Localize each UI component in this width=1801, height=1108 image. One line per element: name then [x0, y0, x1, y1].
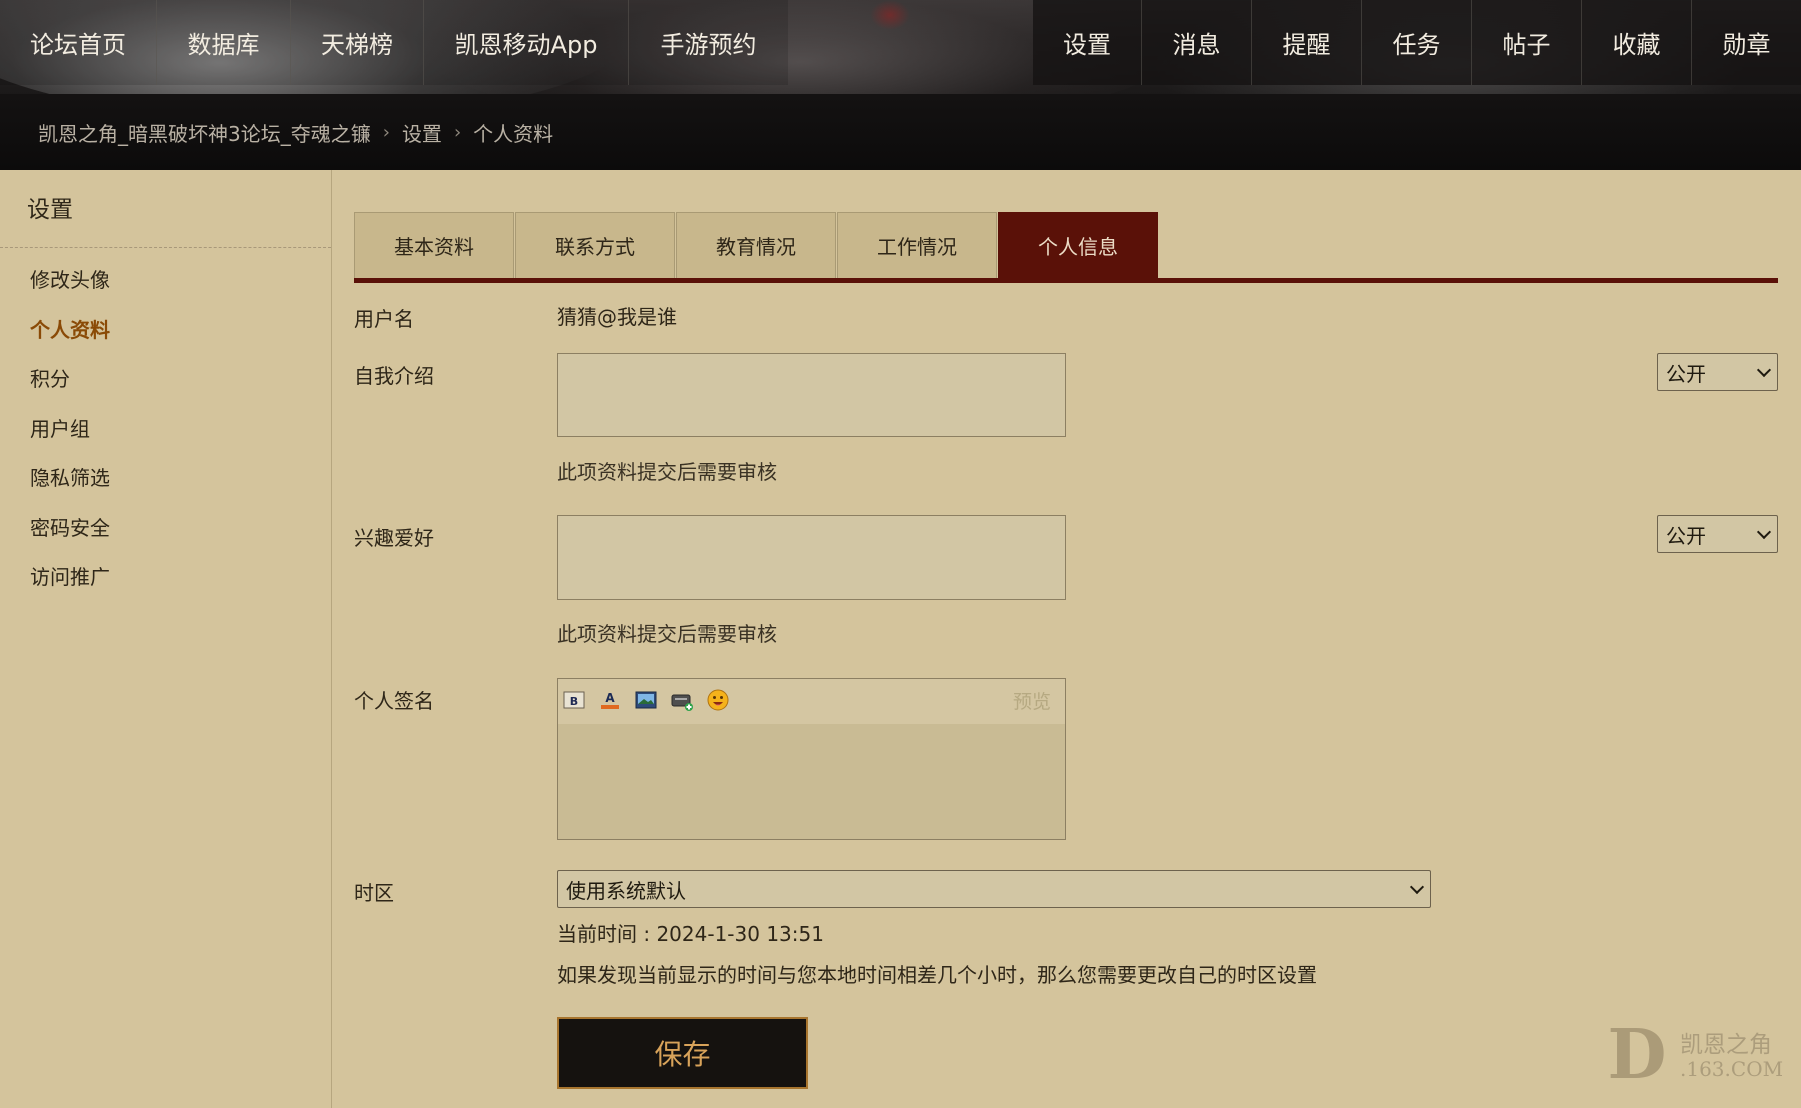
breadcrumb-settings-link[interactable]: 设置 — [402, 118, 442, 147]
signature-label: 个人签名 — [354, 689, 434, 713]
svg-text:A: A — [605, 691, 615, 705]
tab-contact[interactable]: 联系方式 — [515, 212, 675, 278]
nav-posts[interactable]: 帖子 — [1471, 0, 1581, 85]
hobby-review-note: 此项资料提交后需要审核 — [557, 622, 777, 646]
chevron-down-icon — [1409, 879, 1425, 895]
breadcrumb-bar: 凯恩之角_暗黑破坏神3论坛_夺魂之镰 › 设置 › 个人资料 — [0, 94, 1801, 170]
site-watermark-logo: D 凯恩之角 .163.COM — [1602, 1015, 1787, 1095]
nav-messages[interactable]: 消息 — [1141, 0, 1251, 85]
hobby-textarea[interactable] — [557, 515, 1066, 600]
font-color-icon[interactable]: A — [598, 688, 622, 712]
chevron-down-icon — [1756, 362, 1772, 378]
header-background-decoration — [870, 0, 910, 30]
timezone-value: 使用系统默认 — [566, 878, 686, 903]
save-button[interactable]: 保存 — [557, 1017, 808, 1089]
sidebar-divider — [0, 247, 331, 248]
nav-ladder[interactable]: 天梯榜 — [291, 0, 424, 85]
username-label: 用户名 — [354, 307, 414, 331]
image-icon[interactable] — [634, 688, 658, 712]
intro-privacy-value: 公开 — [1666, 361, 1706, 386]
sidebar-item-privacy[interactable]: 隐私筛选 — [30, 454, 110, 504]
bold-icon[interactable]: B — [562, 688, 586, 712]
sidebar-item-password-security[interactable]: 密码安全 — [30, 504, 110, 554]
tab-education[interactable]: 教育情况 — [676, 212, 836, 278]
nav-settings[interactable]: 设置 — [1033, 0, 1141, 85]
nav-favorites[interactable]: 收藏 — [1581, 0, 1691, 85]
breadcrumb-current: 个人资料 — [473, 121, 554, 146]
signature-editor: B A 预览 — [557, 678, 1066, 840]
sidebar-menu: 修改头像 个人资料 积分 用户组 隐私筛选 密码安全 访问推广 — [30, 256, 110, 603]
profile-tabs: 基本资料 联系方式 教育情况 工作情况 个人信息 — [354, 212, 1158, 278]
nav-forum-home[interactable]: 论坛首页 — [0, 0, 157, 85]
intro-review-note: 此项资料提交后需要审核 — [557, 460, 777, 484]
username-value: 猜猜@我是谁 — [557, 305, 677, 329]
hobby-label: 兴趣爱好 — [354, 526, 434, 550]
current-time-text: 当前时间 : 2024-1-30 13:51 — [557, 922, 824, 946]
sidebar-item-usergroup[interactable]: 用户组 — [30, 405, 110, 455]
settings-sidebar: 设置 修改头像 个人资料 积分 用户组 隐私筛选 密码安全 访问推广 — [0, 170, 332, 1108]
editor-toolbar: B A 预览 — [558, 679, 1065, 724]
watermark-d-letter: D — [1607, 1015, 1667, 1095]
nav-mobile-game-reservation[interactable]: 手游预约 — [629, 0, 788, 85]
top-navigation: 论坛首页 数据库 天梯榜 凯恩移动App 手游预约 设置 消息 提醒 任务 帖子… — [0, 0, 1801, 94]
watermark-line2: .163.COM — [1680, 1057, 1784, 1081]
breadcrumb-separator: › — [453, 121, 462, 143]
hobby-privacy-select[interactable]: 公开 — [1657, 515, 1778, 553]
intro-label: 自我介绍 — [354, 364, 434, 388]
tab-personal-info[interactable]: 个人信息 — [998, 212, 1158, 278]
signature-textarea[interactable] — [558, 724, 1065, 839]
breadcrumb-site-link[interactable]: 凯恩之角_暗黑破坏神3论坛_夺魂之镰 — [38, 118, 371, 147]
timezone-label: 时区 — [354, 881, 394, 905]
nav-database[interactable]: 数据库 — [157, 0, 291, 85]
signature-preview-link[interactable]: 预览 — [1013, 687, 1051, 714]
sidebar-item-avatar[interactable]: 修改头像 — [30, 256, 110, 306]
link-icon[interactable] — [670, 688, 694, 712]
breadcrumb-separator: › — [382, 121, 390, 143]
timezone-hint: 如果发现当前显示的时间与您本地时间相差几个小时，那么您需要更改自己的时区设置 — [557, 963, 1317, 987]
tab-underline — [354, 278, 1778, 283]
chevron-down-icon — [1756, 524, 1772, 540]
main-content: 基本资料 联系方式 教育情况 工作情况 个人信息 用户名 猜猜@我是谁 自我介绍… — [332, 170, 1801, 1108]
nav-mobile-app[interactable]: 凯恩移动App — [424, 0, 629, 85]
user-nav-right: 设置 消息 提醒 任务 帖子 收藏 勋章 — [1033, 0, 1801, 85]
sidebar-title: 设置 — [27, 197, 73, 223]
tab-work[interactable]: 工作情况 — [837, 212, 997, 278]
sidebar-item-credits[interactable]: 积分 — [30, 355, 110, 405]
intro-privacy-select[interactable]: 公开 — [1657, 353, 1778, 391]
main-nav-left: 论坛首页 数据库 天梯榜 凯恩移动App 手游预约 — [0, 0, 788, 85]
svg-text:B: B — [570, 695, 578, 708]
nav-medals[interactable]: 勋章 — [1691, 0, 1801, 85]
timezone-select[interactable]: 使用系统默认 — [557, 870, 1431, 908]
intro-textarea[interactable] — [557, 353, 1066, 437]
emoticon-icon[interactable] — [706, 688, 730, 712]
watermark-line1: 凯恩之角 — [1680, 1032, 1772, 1058]
sidebar-item-promotion[interactable]: 访问推广 — [30, 553, 110, 603]
tab-basic-info[interactable]: 基本资料 — [354, 212, 514, 278]
sidebar-item-profile[interactable]: 个人资料 — [30, 306, 110, 356]
hobby-privacy-value: 公开 — [1666, 523, 1706, 548]
nav-reminders[interactable]: 提醒 — [1251, 0, 1361, 85]
breadcrumb: 凯恩之角_暗黑破坏神3论坛_夺魂之镰 › 设置 › 个人资料 — [38, 118, 553, 147]
nav-tasks[interactable]: 任务 — [1361, 0, 1471, 85]
